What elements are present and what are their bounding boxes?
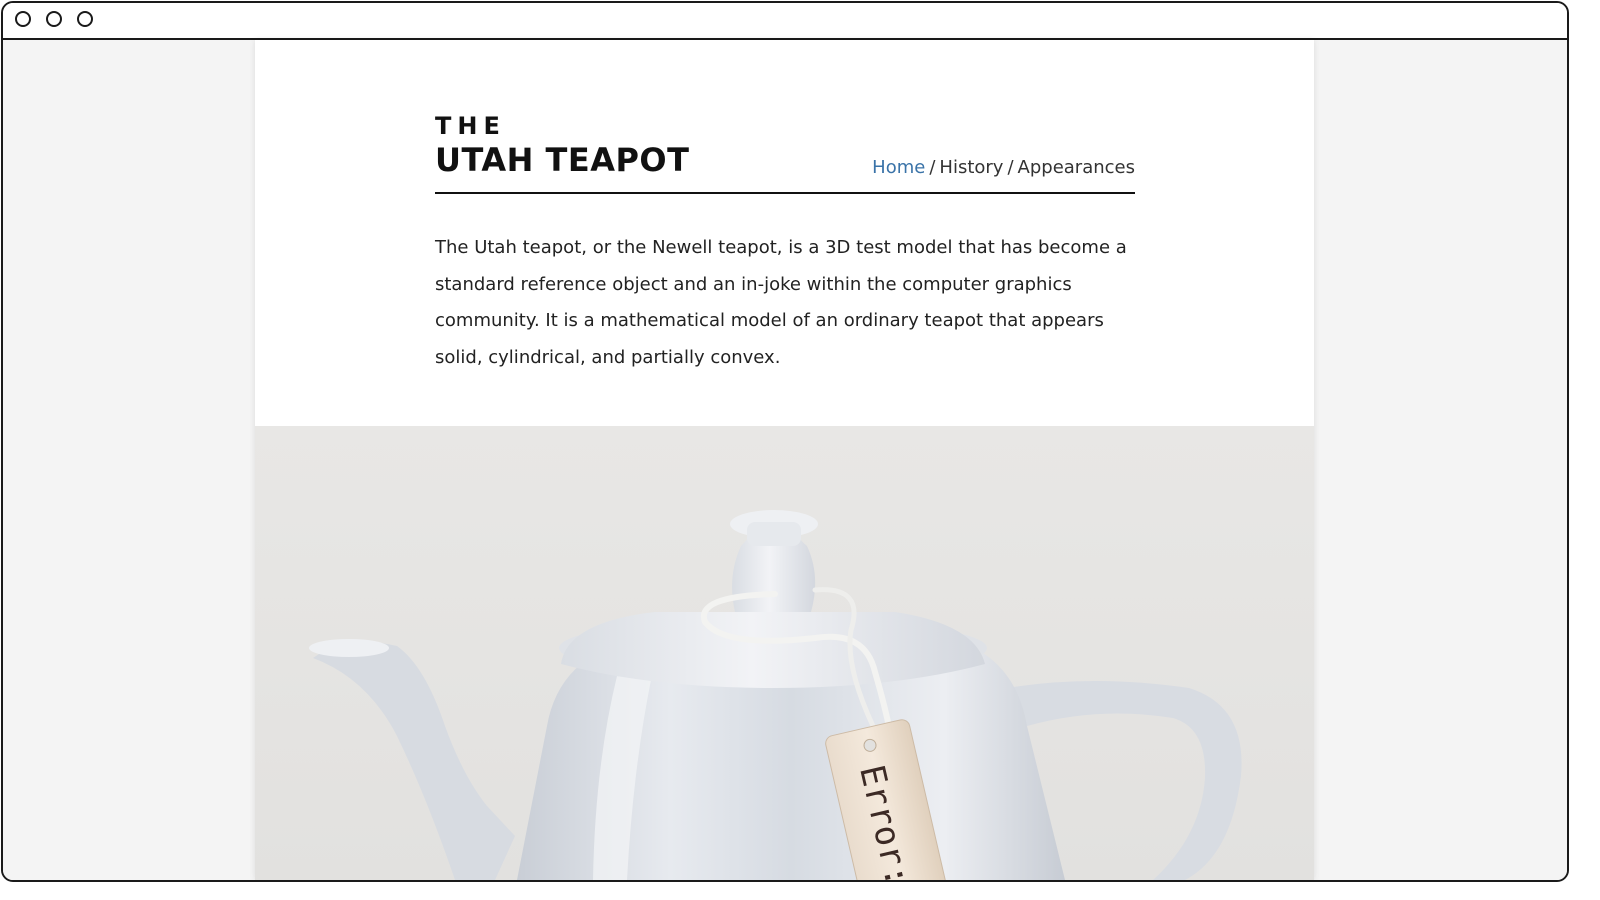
teapot-spout bbox=[313, 642, 515, 880]
intro-paragraph: The Utah teapot, or the Newell teapot, i… bbox=[435, 237, 1127, 368]
minimize-icon[interactable] bbox=[46, 11, 62, 27]
site-header: THE UTAH TEAPOT Home / History / Appearances bbox=[435, 114, 1135, 194]
logo-title[interactable]: UTAH TEAPOT bbox=[435, 142, 689, 178]
title-bar bbox=[3, 3, 1567, 40]
teapot-photo: Error: bbox=[309, 510, 1242, 880]
breadcrumb-separator: / bbox=[929, 157, 936, 178]
viewport[interactable]: THE UTAH TEAPOT Home / History / Appearances… bbox=[3, 40, 1567, 880]
logo-the: THE bbox=[435, 112, 506, 140]
nav-link-appearances[interactable]: Appearances bbox=[1018, 157, 1135, 178]
nav-link-home[interactable]: Home bbox=[872, 157, 925, 178]
breadcrumb: Home / History / Appearances bbox=[872, 156, 1135, 180]
browser-window: THE UTAH TEAPOT Home / History / Appearances… bbox=[1, 1, 1569, 882]
close-icon[interactable] bbox=[15, 11, 31, 27]
page-container: THE UTAH TEAPOT Home / History / Appearances… bbox=[255, 40, 1314, 880]
teapot-lid bbox=[561, 612, 985, 688]
nav-link-history[interactable]: History bbox=[939, 157, 1003, 178]
hero-image: Error: bbox=[255, 426, 1314, 880]
zoom-icon[interactable] bbox=[77, 11, 93, 27]
spout-tip bbox=[309, 639, 389, 657]
breadcrumb-separator: / bbox=[1007, 157, 1014, 178]
